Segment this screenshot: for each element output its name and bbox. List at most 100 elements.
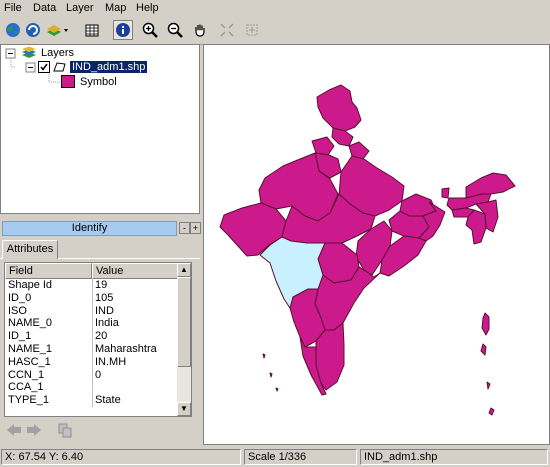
add-layer-icon[interactable] (44, 20, 70, 40)
table-row[interactable]: CCA_1 (5, 381, 179, 395)
map-state-sikkim (441, 187, 450, 199)
map-state-punjab (311, 136, 335, 156)
zoom-extent-icon[interactable] (217, 20, 237, 40)
field-value-cell: State (95, 394, 121, 407)
scroll-down-button[interactable]: ▼ (177, 402, 191, 416)
field-name-cell: ID_0 (8, 291, 32, 304)
column-divider (92, 343, 93, 356)
menu-map[interactable]: Map (105, 2, 126, 14)
status-coordinates: X: 67.54 Y: 6.40 (1, 449, 241, 465)
column-divider (92, 304, 93, 318)
full-extent-icon[interactable] (242, 20, 262, 40)
field-name-cell: HASC_1 (8, 355, 51, 368)
grid-scrollbar[interactable]: ▲ ▼ (177, 263, 191, 416)
zoom-in-icon[interactable] (140, 20, 160, 40)
column-header-value[interactable]: Value (92, 263, 179, 279)
field-name-cell: ISO (8, 304, 27, 317)
layers-stack-icon (22, 46, 36, 58)
identify-panel-title: Identify (2, 221, 177, 236)
polygon-layer-icon (53, 62, 66, 72)
field-name-cell: CCA_1 (8, 381, 44, 394)
table-row[interactable]: HASC_1 IN.MH (5, 355, 179, 369)
field-name-cell: ID_1 (8, 330, 32, 343)
map-state-arunachal (465, 172, 516, 199)
menu-data[interactable]: Data (33, 2, 56, 14)
pan-hand-icon[interactable] (190, 20, 210, 40)
globe-icon[interactable] (3, 20, 23, 40)
back-arrow-icon[interactable] (6, 423, 22, 440)
map-island-nicobar-1 (486, 381, 491, 390)
table-row[interactable]: ID_0 105 (5, 291, 179, 305)
column-divider (92, 317, 93, 331)
tab-attributes[interactable]: Attributes (2, 240, 58, 259)
column-divider (92, 368, 93, 382)
tree-root[interactable]: Layers (21, 46, 74, 60)
map-island-lakshadweep-1 (262, 353, 266, 359)
field-name-cell: Shape Id (8, 279, 53, 291)
forward-arrow-icon[interactable] (26, 423, 42, 440)
expand-button[interactable]: + (190, 222, 201, 234)
attribute-grid: Field Value Shape Id 19 ID_0 105 ISO IND NAME_… (4, 262, 192, 417)
refresh-globe-icon[interactable] (23, 20, 43, 40)
table-row[interactable]: Shape Id 19 (5, 279, 179, 292)
map-island-lakshadweep-2 (269, 372, 273, 378)
collapse-button[interactable]: - (179, 222, 190, 234)
legend-symbol-item: Symbol (61, 75, 117, 88)
toolbar (0, 17, 550, 45)
field-value-cell: IND (95, 304, 114, 317)
map-state-jammu-kashmir (316, 84, 362, 132)
copy-icon[interactable] (57, 422, 73, 441)
field-name-cell: CCN_1 (8, 368, 45, 381)
india-map[interactable] (204, 45, 549, 444)
table-row[interactable]: ISO IND (5, 304, 179, 318)
layer-tree: Layers IND_adm1.shp Symbol (0, 44, 200, 214)
menu-layer[interactable]: Layer (66, 2, 94, 14)
field-value-cell: India (95, 317, 119, 330)
field-value-cell: Maharashtra (95, 343, 157, 355)
layer-visibility-checkbox[interactable] (38, 61, 50, 73)
field-name-cell: NAME_0 (8, 317, 53, 330)
status-bar: X: 67.54 Y: 6.40 Scale 1/336 IND_adm1.sh… (0, 447, 550, 467)
table-icon[interactable] (82, 20, 102, 40)
menu-bar: File Data Layer Map Help (0, 0, 550, 17)
column-divider (92, 291, 93, 305)
menu-file[interactable]: File (4, 2, 22, 14)
zoom-out-icon[interactable] (165, 20, 185, 40)
map-island-lakshadweep-3 (275, 387, 279, 392)
table-row[interactable]: ID_1 20 (5, 330, 179, 344)
field-value-cell: 19 (95, 279, 108, 291)
field-value-cell: 20 (95, 330, 108, 343)
scroll-up-button[interactable]: ▲ (177, 263, 191, 277)
field-value-cell: 105 (95, 291, 114, 304)
map-state-himachal (331, 127, 354, 147)
map-island-andaman-2 (480, 343, 487, 356)
field-name-cell: TYPE_1 (8, 394, 49, 407)
column-divider (92, 394, 93, 408)
status-layer-file: IND_adm1.shp (360, 449, 548, 465)
column-divider (92, 279, 93, 292)
table-row[interactable]: NAME_0 India (5, 317, 179, 331)
symbol-label: Symbol (80, 75, 117, 88)
identify-icon[interactable] (113, 20, 133, 40)
map-island-andaman-1 (481, 312, 490, 336)
layer-item[interactable]: IND_adm1.shp (38, 60, 148, 74)
tree-root-label: Layers (41, 47, 75, 59)
table-row[interactable]: TYPE_1 State (5, 394, 179, 408)
map-view[interactable] (203, 44, 550, 445)
map-state-mizoram-tripura (465, 209, 487, 245)
symbol-swatch (61, 75, 75, 88)
menu-help[interactable]: Help (136, 2, 159, 14)
status-scale: Scale 1/336 (244, 449, 357, 465)
table-row[interactable]: CCN_1 0 (5, 368, 179, 382)
map-island-nicobar-2 (488, 407, 495, 416)
column-header-field[interactable]: Field (5, 263, 92, 279)
field-value-cell: IN.MH (95, 355, 127, 368)
column-divider (92, 355, 93, 369)
field-value-cell: 0 (95, 368, 102, 381)
column-divider (92, 330, 93, 344)
layer-name: IND_adm1.shp (70, 61, 148, 73)
table-row[interactable]: NAME_1 Maharashtra (5, 343, 179, 356)
field-name-cell: NAME_1 (8, 343, 53, 355)
scroll-thumb[interactable] (177, 277, 191, 367)
column-divider (92, 381, 93, 395)
